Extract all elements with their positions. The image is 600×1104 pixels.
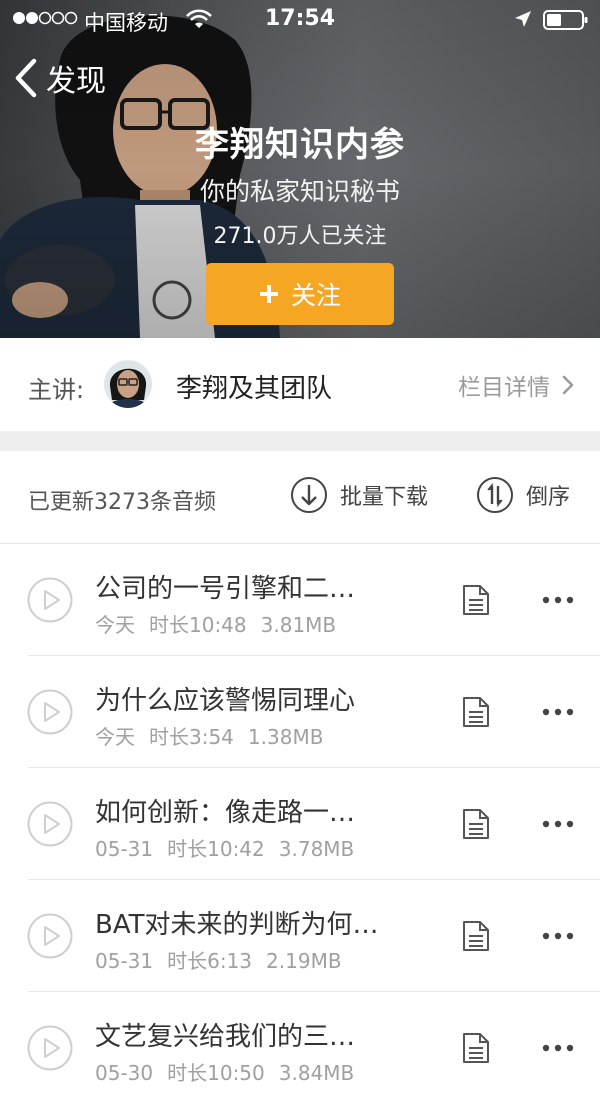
location-arrow-icon: [515, 11, 531, 27]
episode-size: 3.78MB: [278, 837, 355, 861]
episode-item[interactable]: 如何创新：像走路一… 05-31 时长10:42 3.78MB: [0, 768, 600, 880]
batch-download-label: 批量下载: [340, 485, 429, 510]
follow-label: 关注: [290, 281, 341, 310]
battery-icon: [543, 10, 588, 30]
reverse-order-label: 倒序: [526, 485, 571, 510]
episode-date: 今天: [95, 725, 135, 749]
chevron-right-icon: [562, 375, 574, 395]
speaker-label: 主讲:: [28, 376, 85, 404]
document-icon[interactable]: [462, 1032, 490, 1064]
section-divider: [0, 431, 600, 451]
episode-item[interactable]: 公司的一号引擎和二… 今天 时长10:48 3.81MB: [0, 544, 600, 656]
follow-button[interactable]: 关注: [206, 263, 394, 325]
episode-size: 1.38MB: [247, 725, 324, 749]
update-count: 已更新3273条音频: [28, 490, 216, 515]
back-button[interactable]: 发现: [14, 56, 106, 100]
more-options-icon[interactable]: [542, 595, 574, 605]
status-time: 17:54: [264, 6, 336, 31]
follower-count: 271.0万人已关注: [213, 224, 387, 249]
episode-size: 3.81MB: [260, 613, 337, 637]
episode-title: 公司的一号引擎和二…: [95, 574, 356, 604]
more-options-icon[interactable]: [542, 819, 574, 829]
episode-title: 为什么应该警惕同理心: [95, 686, 356, 716]
document-icon[interactable]: [462, 696, 490, 728]
episode-title: 如何创新：像走路一…: [95, 798, 356, 828]
episode-item[interactable]: 文艺复兴给我们的三… 05-30 时长10:50 3.84MB: [0, 992, 600, 1104]
episode-meta: 今天 时长3:54 1.38MB: [95, 721, 337, 750]
chevron-left-icon: [15, 58, 37, 98]
episode-duration: 时长6:13: [167, 949, 253, 973]
episode-meta: 05-30 时长10:50 3.84MB: [95, 1057, 368, 1086]
play-icon[interactable]: [27, 689, 73, 735]
document-icon[interactable]: [462, 808, 490, 840]
episode-duration: 时长3:54: [149, 725, 234, 749]
play-icon[interactable]: [27, 1025, 73, 1071]
download-icon: [291, 477, 327, 513]
column-title: 李翔知识内参: [195, 125, 405, 165]
avatar: [104, 360, 152, 408]
play-icon[interactable]: [27, 577, 73, 623]
episode-date: 今天: [95, 613, 135, 637]
episode-meta: 05-31 时长6:13 2.19MB: [95, 945, 356, 974]
episode-date: 05-31: [95, 837, 154, 861]
plus-icon: [259, 285, 278, 303]
status-bar: 中国移动 17:54: [0, 0, 600, 40]
episode-meta: 05-31 时长10:42 3.78MB: [95, 833, 368, 862]
more-options-icon[interactable]: [542, 931, 574, 941]
reverse-order-button[interactable]: 倒序: [476, 476, 570, 514]
episode-item[interactable]: 为什么应该警惕同理心 今天 时长3:54 1.38MB: [0, 656, 600, 768]
episode-date: 05-31: [95, 949, 154, 973]
episode-duration: 时长10:42: [167, 837, 265, 861]
play-icon[interactable]: [27, 801, 73, 847]
episode-duration: 时长10:48: [149, 613, 247, 637]
column-subtitle: 你的私家知识秘书: [199, 177, 400, 206]
document-icon[interactable]: [462, 584, 490, 616]
episode-title: 文艺复兴给我们的三…: [95, 1022, 356, 1052]
more-options-icon[interactable]: [542, 1043, 574, 1053]
batch-download-button[interactable]: 批量下载: [290, 476, 428, 514]
column-header: 中国移动 17:54 发现 李翔知识内参 你的私家知识秘书 271.0万人已关注…: [0, 0, 600, 338]
more-options-icon[interactable]: [542, 707, 574, 717]
speaker-row: 主讲: 李翔及其团队 栏目详情: [0, 338, 600, 431]
document-icon[interactable]: [462, 920, 490, 952]
play-icon[interactable]: [27, 913, 73, 959]
episode-meta: 今天 时长10:48 3.81MB: [95, 609, 350, 638]
episode-title: BAT对未来的判断为何…: [95, 910, 379, 940]
detail-link-label: 栏目详情: [458, 375, 550, 401]
back-label: 发现: [46, 64, 106, 99]
sort-icon: [477, 477, 513, 513]
episode-size: 2.19MB: [266, 949, 342, 973]
episode-item[interactable]: BAT对未来的判断为何… 05-31 时长6:13 2.19MB: [0, 880, 600, 992]
speaker-name: 李翔及其团队: [176, 374, 333, 404]
column-detail-link[interactable]: 栏目详情: [458, 368, 574, 402]
list-toolbar: 已更新3273条音频 批量下载 倒序: [0, 451, 600, 544]
